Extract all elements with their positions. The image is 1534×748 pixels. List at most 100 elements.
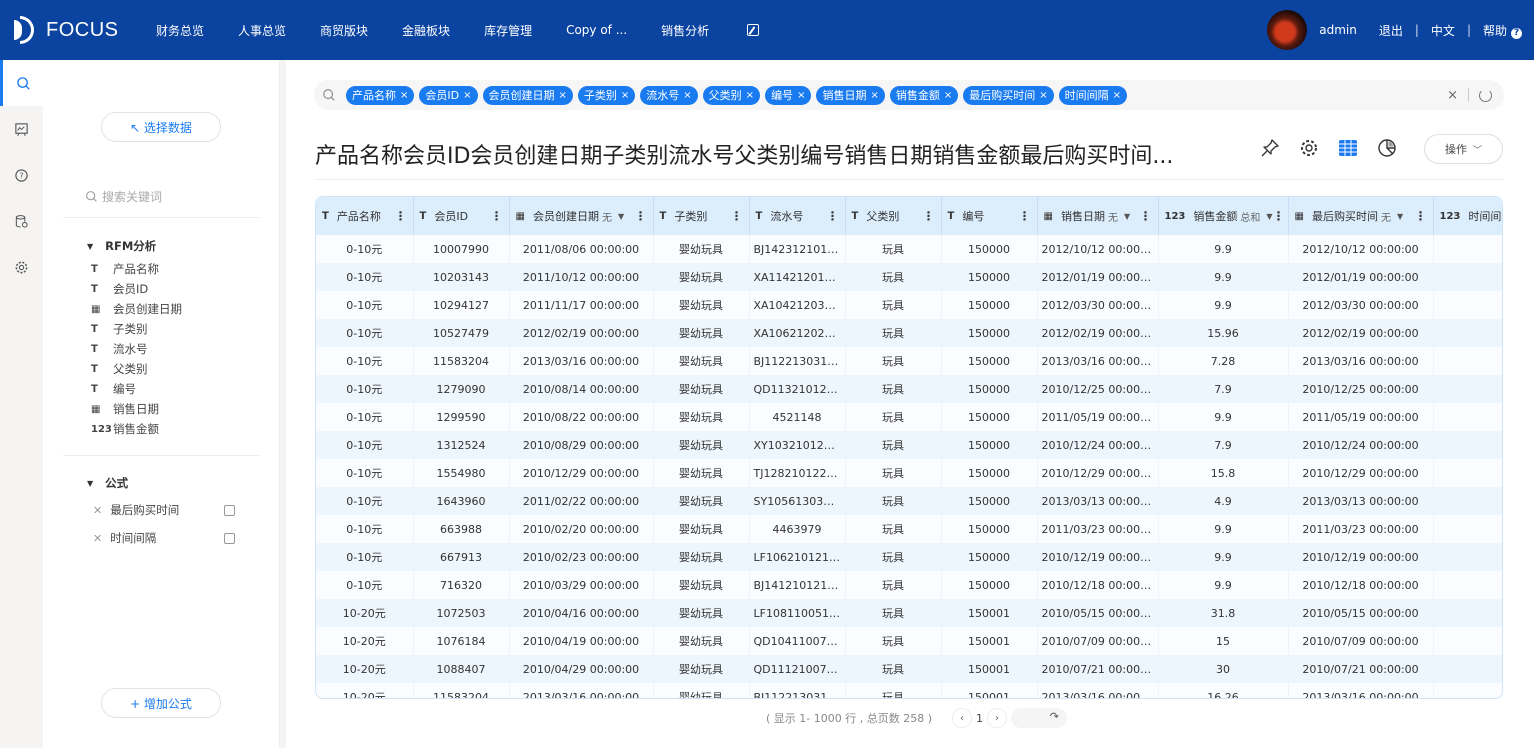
edit-icon[interactable]: [224, 532, 235, 544]
rail-help[interactable]: ?: [0, 152, 43, 198]
column-menu-icon[interactable]: ⋮: [827, 209, 839, 223]
nav-item-trade[interactable]: 商贸版块: [320, 22, 368, 39]
table-row[interactable]: 0-10元 10007990 2011/08/06 00:00:00 婴幼玩具 BJ14…: [316, 235, 1502, 263]
refresh-icon[interactable]: [1479, 88, 1492, 102]
nav-item-copy[interactable]: Copy of ...: [566, 23, 627, 37]
search-tag[interactable]: 时间间隔 ×: [1058, 85, 1128, 105]
edit-icon[interactable]: [224, 504, 235, 516]
table-row[interactable]: 10-20元 11583204 2013/03/16 00:00:00 婴幼玩具 BJ1…: [316, 683, 1502, 698]
field-item[interactable]: ꓔ 父类别: [91, 359, 182, 379]
search-tag[interactable]: 父类别 ×: [702, 85, 761, 105]
remove-tag-icon[interactable]: ×: [746, 90, 754, 101]
focus-logo[interactable]: FOCUS: [14, 16, 119, 44]
table-row[interactable]: 10-20元 1076184 2010/04/19 00:00:00 婴幼玩具 QD10…: [316, 627, 1502, 655]
column-menu-icon[interactable]: ⋮: [1140, 209, 1152, 223]
search-bar[interactable]: 产品名称 × 会员ID × 会员创建日期 × 子类别 × 流水号 × 父类别 × 编号 × 销售日期 × 销售金…: [314, 80, 1504, 110]
remove-tag-icon[interactable]: ×: [559, 90, 567, 101]
search-tag[interactable]: 产品名称 ×: [346, 85, 415, 105]
rail-database[interactable]: [0, 198, 43, 244]
remove-tag-icon[interactable]: ×: [683, 90, 691, 101]
search-tag[interactable]: 会员ID ×: [419, 85, 478, 105]
remove-icon[interactable]: ✕: [93, 504, 102, 517]
column-menu-icon[interactable]: ⋮: [923, 209, 935, 223]
table-row[interactable]: 10-20元 1072503 2010/04/16 00:00:00 婴幼玩具 LF10…: [316, 599, 1502, 627]
edit-nav-icon[interactable]: [747, 24, 760, 36]
table-row[interactable]: 0-10元 10527479 2012/02/19 00:00:00 婴幼玩具 XA10…: [316, 319, 1502, 347]
group-rfm-title[interactable]: ▼ RFM分析: [87, 238, 156, 254]
nav-item-inventory[interactable]: 库存管理: [484, 22, 532, 39]
table-row[interactable]: 0-10元 1643960 2011/02/22 00:00:00 婴幼玩具 SY105…: [316, 487, 1502, 515]
rail-dashboard[interactable]: [0, 106, 43, 152]
column-menu-icon[interactable]: ⋮: [1019, 209, 1031, 223]
search-tag[interactable]: 子类别 ×: [577, 85, 636, 105]
field-item[interactable]: ▦ 销售日期: [91, 399, 182, 419]
column-header[interactable]: ꓔ 会员ID ⋮: [413, 197, 510, 235]
nav-item-hr[interactable]: 人事总览: [238, 22, 286, 39]
column-header[interactable]: ꓔ 流水号 ⋮: [749, 197, 846, 235]
aggregation-label[interactable]: 无: [1108, 209, 1118, 224]
field-item[interactable]: ꓔ 流水号: [91, 339, 182, 359]
keyword-search[interactable]: 搜索关键词: [85, 188, 162, 205]
formula-item[interactable]: ✕ 时间间隔: [93, 528, 235, 548]
next-page-button[interactable]: ›: [987, 708, 1008, 728]
column-header[interactable]: ▦ 销售日期无 ▼ ⋮: [1037, 197, 1159, 235]
clear-search-icon[interactable]: ×: [1447, 88, 1458, 103]
table-row[interactable]: 0-10元 1312524 2010/08/29 00:00:00 婴幼玩具 XY103…: [316, 431, 1502, 459]
table-row[interactable]: 0-10元 10203143 2011/10/12 00:00:00 婴幼玩具 XA11…: [316, 263, 1502, 291]
column-header[interactable]: ꓔ 子类别 ⋮: [653, 197, 750, 235]
aggregation-label[interactable]: 无: [1381, 209, 1391, 224]
table-row[interactable]: 10-20元 1088407 2010/04/29 00:00:00 婴幼玩具 QD11…: [316, 655, 1502, 683]
column-header[interactable]: ꓔ 父类别 ⋮: [845, 197, 942, 235]
language-link[interactable]: 中文: [1431, 22, 1455, 39]
table-view-button[interactable]: [1336, 136, 1360, 160]
field-item[interactable]: 123 销售金额: [91, 419, 182, 439]
remove-tag-icon[interactable]: ×: [797, 90, 805, 101]
column-menu-icon[interactable]: ⋮: [731, 209, 743, 223]
nav-item-finance[interactable]: 财务总览: [156, 22, 204, 39]
remove-tag-icon[interactable]: ×: [621, 90, 629, 101]
page-jump-input[interactable]: [1011, 708, 1068, 728]
username[interactable]: admin: [1319, 23, 1357, 37]
remove-tag-icon[interactable]: ×: [944, 90, 952, 101]
field-item[interactable]: ꓔ 会员ID: [91, 279, 182, 299]
column-header[interactable]: ▦ 最后购买时间无 ▼ ⋮: [1288, 197, 1434, 235]
field-item[interactable]: ꓔ 编号: [91, 379, 182, 399]
nav-item-sales[interactable]: 销售分析: [661, 22, 709, 39]
table-row[interactable]: 0-10元 1279090 2010/08/14 00:00:00 婴幼玩具 QD113…: [316, 375, 1502, 403]
logout-link[interactable]: 退出: [1379, 22, 1403, 39]
field-item[interactable]: ꓔ 产品名称: [91, 259, 182, 279]
table-row[interactable]: 0-10元 11583204 2013/03/16 00:00:00 婴幼玩具 BJ11…: [316, 347, 1502, 375]
column-header[interactable]: 123 时间间隔: [1433, 197, 1502, 235]
pin-button[interactable]: [1258, 136, 1282, 160]
column-header[interactable]: 123 销售金额 总和 ▼ ⋮: [1158, 197, 1289, 235]
avatar[interactable]: [1267, 10, 1308, 50]
remove-tag-icon[interactable]: ×: [1039, 90, 1047, 101]
group-formula-title[interactable]: ▼ 公式: [87, 475, 128, 491]
column-menu-icon[interactable]: ⋮: [1415, 209, 1427, 223]
column-menu-icon[interactable]: ⋮: [491, 209, 503, 223]
table-row[interactable]: 0-10元 1299590 2010/08/22 00:00:00 婴幼玩具 45211…: [316, 403, 1502, 431]
remove-tag-icon[interactable]: ×: [400, 90, 408, 101]
operate-dropdown[interactable]: 操作 ﹀: [1424, 134, 1503, 164]
aggregation-label[interactable]: 无: [602, 209, 612, 224]
table-row[interactable]: 0-10元 10294127 2011/11/17 00:00:00 婴幼玩具 XA10…: [316, 291, 1502, 319]
column-header[interactable]: ꓔ 产品名称 ⋮: [316, 197, 414, 235]
column-menu-icon[interactable]: ⋮: [395, 209, 407, 223]
column-header[interactable]: ꓔ 编号 ⋮: [941, 197, 1038, 235]
add-formula-button[interactable]: + 增加公式: [101, 688, 221, 718]
search-tag[interactable]: 销售金额 ×: [889, 85, 959, 105]
table-row[interactable]: 0-10元 1554980 2010/12/29 00:00:00 婴幼玩具 TJ128…: [316, 459, 1502, 487]
remove-tag-icon[interactable]: ×: [463, 90, 471, 101]
table-row[interactable]: 0-10元 663988 2010/02/20 00:00:00 婴幼玩具 446397…: [316, 515, 1502, 543]
chart-view-button[interactable]: [1375, 136, 1399, 160]
remove-icon[interactable]: ✕: [93, 532, 102, 545]
remove-tag-icon[interactable]: ×: [1113, 90, 1121, 101]
search-tag[interactable]: 会员创建日期 ×: [482, 85, 573, 105]
column-menu-icon[interactable]: ⋮: [635, 209, 647, 223]
column-header[interactable]: ▦ 会员创建日期无 ▼ ⋮: [509, 197, 654, 235]
remove-tag-icon[interactable]: ×: [870, 90, 878, 101]
rail-settings[interactable]: [0, 244, 43, 290]
aggregation-label[interactable]: 总和: [1240, 209, 1260, 224]
table-row[interactable]: 0-10元 667913 2010/02/23 00:00:00 婴幼玩具 LF1062…: [316, 543, 1502, 571]
field-item[interactable]: ꓔ 子类别: [91, 319, 182, 339]
